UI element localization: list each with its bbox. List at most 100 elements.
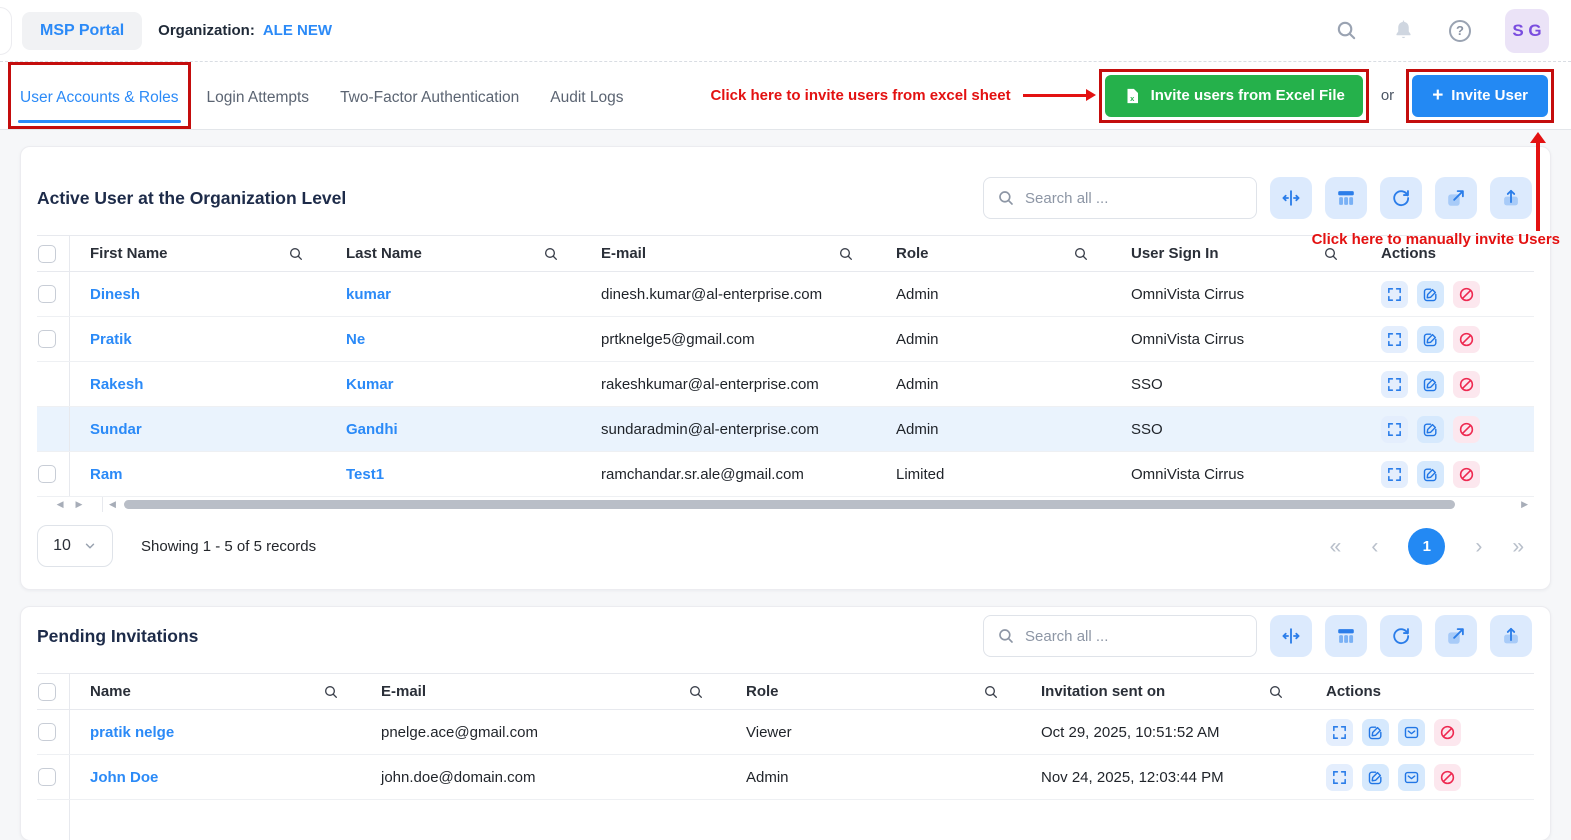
tab-bar: User Accounts & Roles Login Attempts Two… — [0, 62, 1571, 130]
pending-invitations-search-input[interactable] — [1025, 627, 1243, 645]
column-search-icon[interactable] — [983, 684, 999, 700]
upload-button[interactable] — [1490, 177, 1532, 219]
tab-login-attempts[interactable]: Login Attempts — [207, 85, 310, 107]
block-user-button[interactable] — [1453, 325, 1480, 353]
select-all-checkbox[interactable] — [38, 682, 56, 701]
last-name-link[interactable]: Gandhi — [326, 421, 581, 438]
first-name-link[interactable]: Rakesh — [70, 376, 326, 393]
block-user-button[interactable] — [1453, 370, 1480, 398]
block-user-button[interactable] — [1453, 280, 1480, 308]
next-page-button[interactable]: › — [1475, 536, 1482, 557]
export-button[interactable] — [1435, 177, 1477, 219]
tab-user-accounts-roles[interactable]: User Accounts & Roles — [18, 65, 181, 126]
edit-invitation-button[interactable] — [1362, 718, 1389, 746]
column-search-icon[interactable] — [838, 246, 854, 262]
row-checkbox[interactable] — [38, 330, 56, 348]
prev-page-button[interactable]: ‹ — [1371, 536, 1378, 557]
block-user-button[interactable] — [1453, 460, 1480, 488]
first-page-button[interactable]: « — [1330, 536, 1342, 557]
scrollbar-thumb[interactable] — [123, 500, 1456, 509]
scroll-right-icon[interactable]: ▶ — [76, 499, 83, 510]
upload-button[interactable] — [1490, 615, 1532, 657]
tab-two-factor-authentication[interactable]: Two-Factor Authentication — [340, 85, 519, 107]
scroll-left-icon[interactable]: ◀ — [109, 499, 116, 510]
sign-in-value: OmniVista Cirrus — [1131, 330, 1245, 348]
row-checkbox[interactable] — [38, 723, 56, 741]
col-role: Role — [746, 683, 779, 700]
revoke-invitation-button[interactable] — [1434, 718, 1461, 746]
bell-icon[interactable] — [1392, 19, 1415, 42]
first-name-link[interactable]: Dinesh — [70, 286, 326, 303]
msp-portal-button[interactable]: MSP Portal — [22, 11, 143, 50]
column-search-icon[interactable] — [543, 246, 559, 262]
expand-row-button[interactable] — [1381, 370, 1408, 398]
column-search-icon[interactable] — [1268, 684, 1284, 700]
scroll-left-icon[interactable]: ◀ — [57, 499, 64, 510]
row-checkbox[interactable] — [38, 768, 56, 786]
last-name-link[interactable]: Ne — [326, 331, 581, 348]
column-search-icon[interactable] — [323, 684, 339, 700]
edit-user-button[interactable] — [1417, 280, 1444, 308]
upload-icon — [1504, 627, 1518, 644]
help-icon[interactable]: ? — [1449, 19, 1471, 42]
edit-user-button[interactable] — [1417, 370, 1444, 398]
invite-user-button[interactable]: + Invite User — [1412, 74, 1548, 117]
export-button[interactable] — [1435, 615, 1477, 657]
pending-invitations-search[interactable] — [983, 615, 1257, 657]
first-name-link[interactable]: Pratik — [70, 331, 326, 348]
email-value: rakeshkumar@al-enterprise.com — [601, 375, 819, 393]
active-users-search-input[interactable] — [1025, 189, 1243, 207]
table-row: Pratik Ne prtknelge5@gmail.com Admin Omn… — [37, 317, 1534, 362]
email-value: ramchandar.sr.ale@gmail.com — [601, 465, 804, 483]
invitee-name-link[interactable]: John Doe — [70, 769, 361, 786]
edit-user-button[interactable] — [1417, 325, 1444, 353]
organization-value-link[interactable]: ALE NEW — [263, 22, 332, 39]
edit-user-button[interactable] — [1417, 415, 1444, 443]
expand-row-button[interactable] — [1381, 280, 1408, 308]
column-search-icon[interactable] — [288, 246, 304, 262]
page-size-select[interactable]: 10 — [37, 525, 113, 567]
first-name-link[interactable]: Sundar — [70, 421, 326, 438]
pending-invitations-header-row: Name E-mail Role Invitation sent on Acti… — [37, 673, 1534, 710]
column-chooser-button[interactable] — [1325, 615, 1367, 657]
last-page-button[interactable]: » — [1512, 536, 1524, 557]
last-name-link[interactable]: Kumar — [326, 376, 581, 393]
fit-columns-button[interactable] — [1270, 177, 1312, 219]
chevron-down-icon — [85, 543, 95, 549]
scroll-right-icon[interactable]: ▶ — [1521, 499, 1528, 510]
last-name-link[interactable]: Test1 — [326, 466, 581, 483]
edit-user-button[interactable] — [1417, 460, 1444, 488]
invitee-name-link[interactable]: pratik nelge — [70, 724, 361, 741]
expand-row-button[interactable] — [1381, 415, 1408, 443]
expand-row-button[interactable] — [1381, 460, 1408, 488]
select-all-checkbox[interactable] — [38, 244, 56, 263]
tab-audit-logs[interactable]: Audit Logs — [550, 85, 623, 107]
email-value: prtknelge5@gmail.com — [601, 330, 755, 348]
column-chooser-button[interactable] — [1325, 177, 1367, 219]
edit-invitation-button[interactable] — [1362, 763, 1389, 791]
expand-row-button[interactable] — [1381, 325, 1408, 353]
search-icon[interactable] — [1335, 19, 1358, 42]
expand-row-button[interactable] — [1326, 718, 1353, 746]
pending-invitations-title: Pending Invitations — [37, 625, 199, 646]
row-checkbox[interactable] — [38, 465, 56, 483]
annotation-box-active-tab: User Accounts & Roles — [8, 62, 191, 129]
refresh-button[interactable] — [1380, 177, 1422, 219]
column-search-icon[interactable] — [688, 684, 704, 700]
expand-row-button[interactable] — [1326, 763, 1353, 791]
first-name-link[interactable]: Ram — [70, 466, 326, 483]
resend-invitation-button[interactable] — [1398, 763, 1425, 791]
last-name-link[interactable]: kumar — [326, 286, 581, 303]
refresh-button[interactable] — [1380, 615, 1422, 657]
column-search-icon[interactable] — [1073, 246, 1089, 262]
fit-columns-button[interactable] — [1270, 615, 1312, 657]
invite-users-excel-button[interactable]: x Invite users from Excel File — [1104, 74, 1363, 117]
current-page-button[interactable]: 1 — [1408, 527, 1446, 565]
avatar[interactable]: S G — [1505, 8, 1549, 53]
resend-invitation-button[interactable] — [1398, 718, 1425, 746]
row-checkbox[interactable] — [38, 285, 56, 303]
revoke-invitation-button[interactable] — [1434, 763, 1461, 791]
active-users-search[interactable] — [983, 177, 1257, 219]
block-user-button[interactable] — [1453, 415, 1480, 443]
excel-file-icon: x — [1127, 88, 1138, 103]
